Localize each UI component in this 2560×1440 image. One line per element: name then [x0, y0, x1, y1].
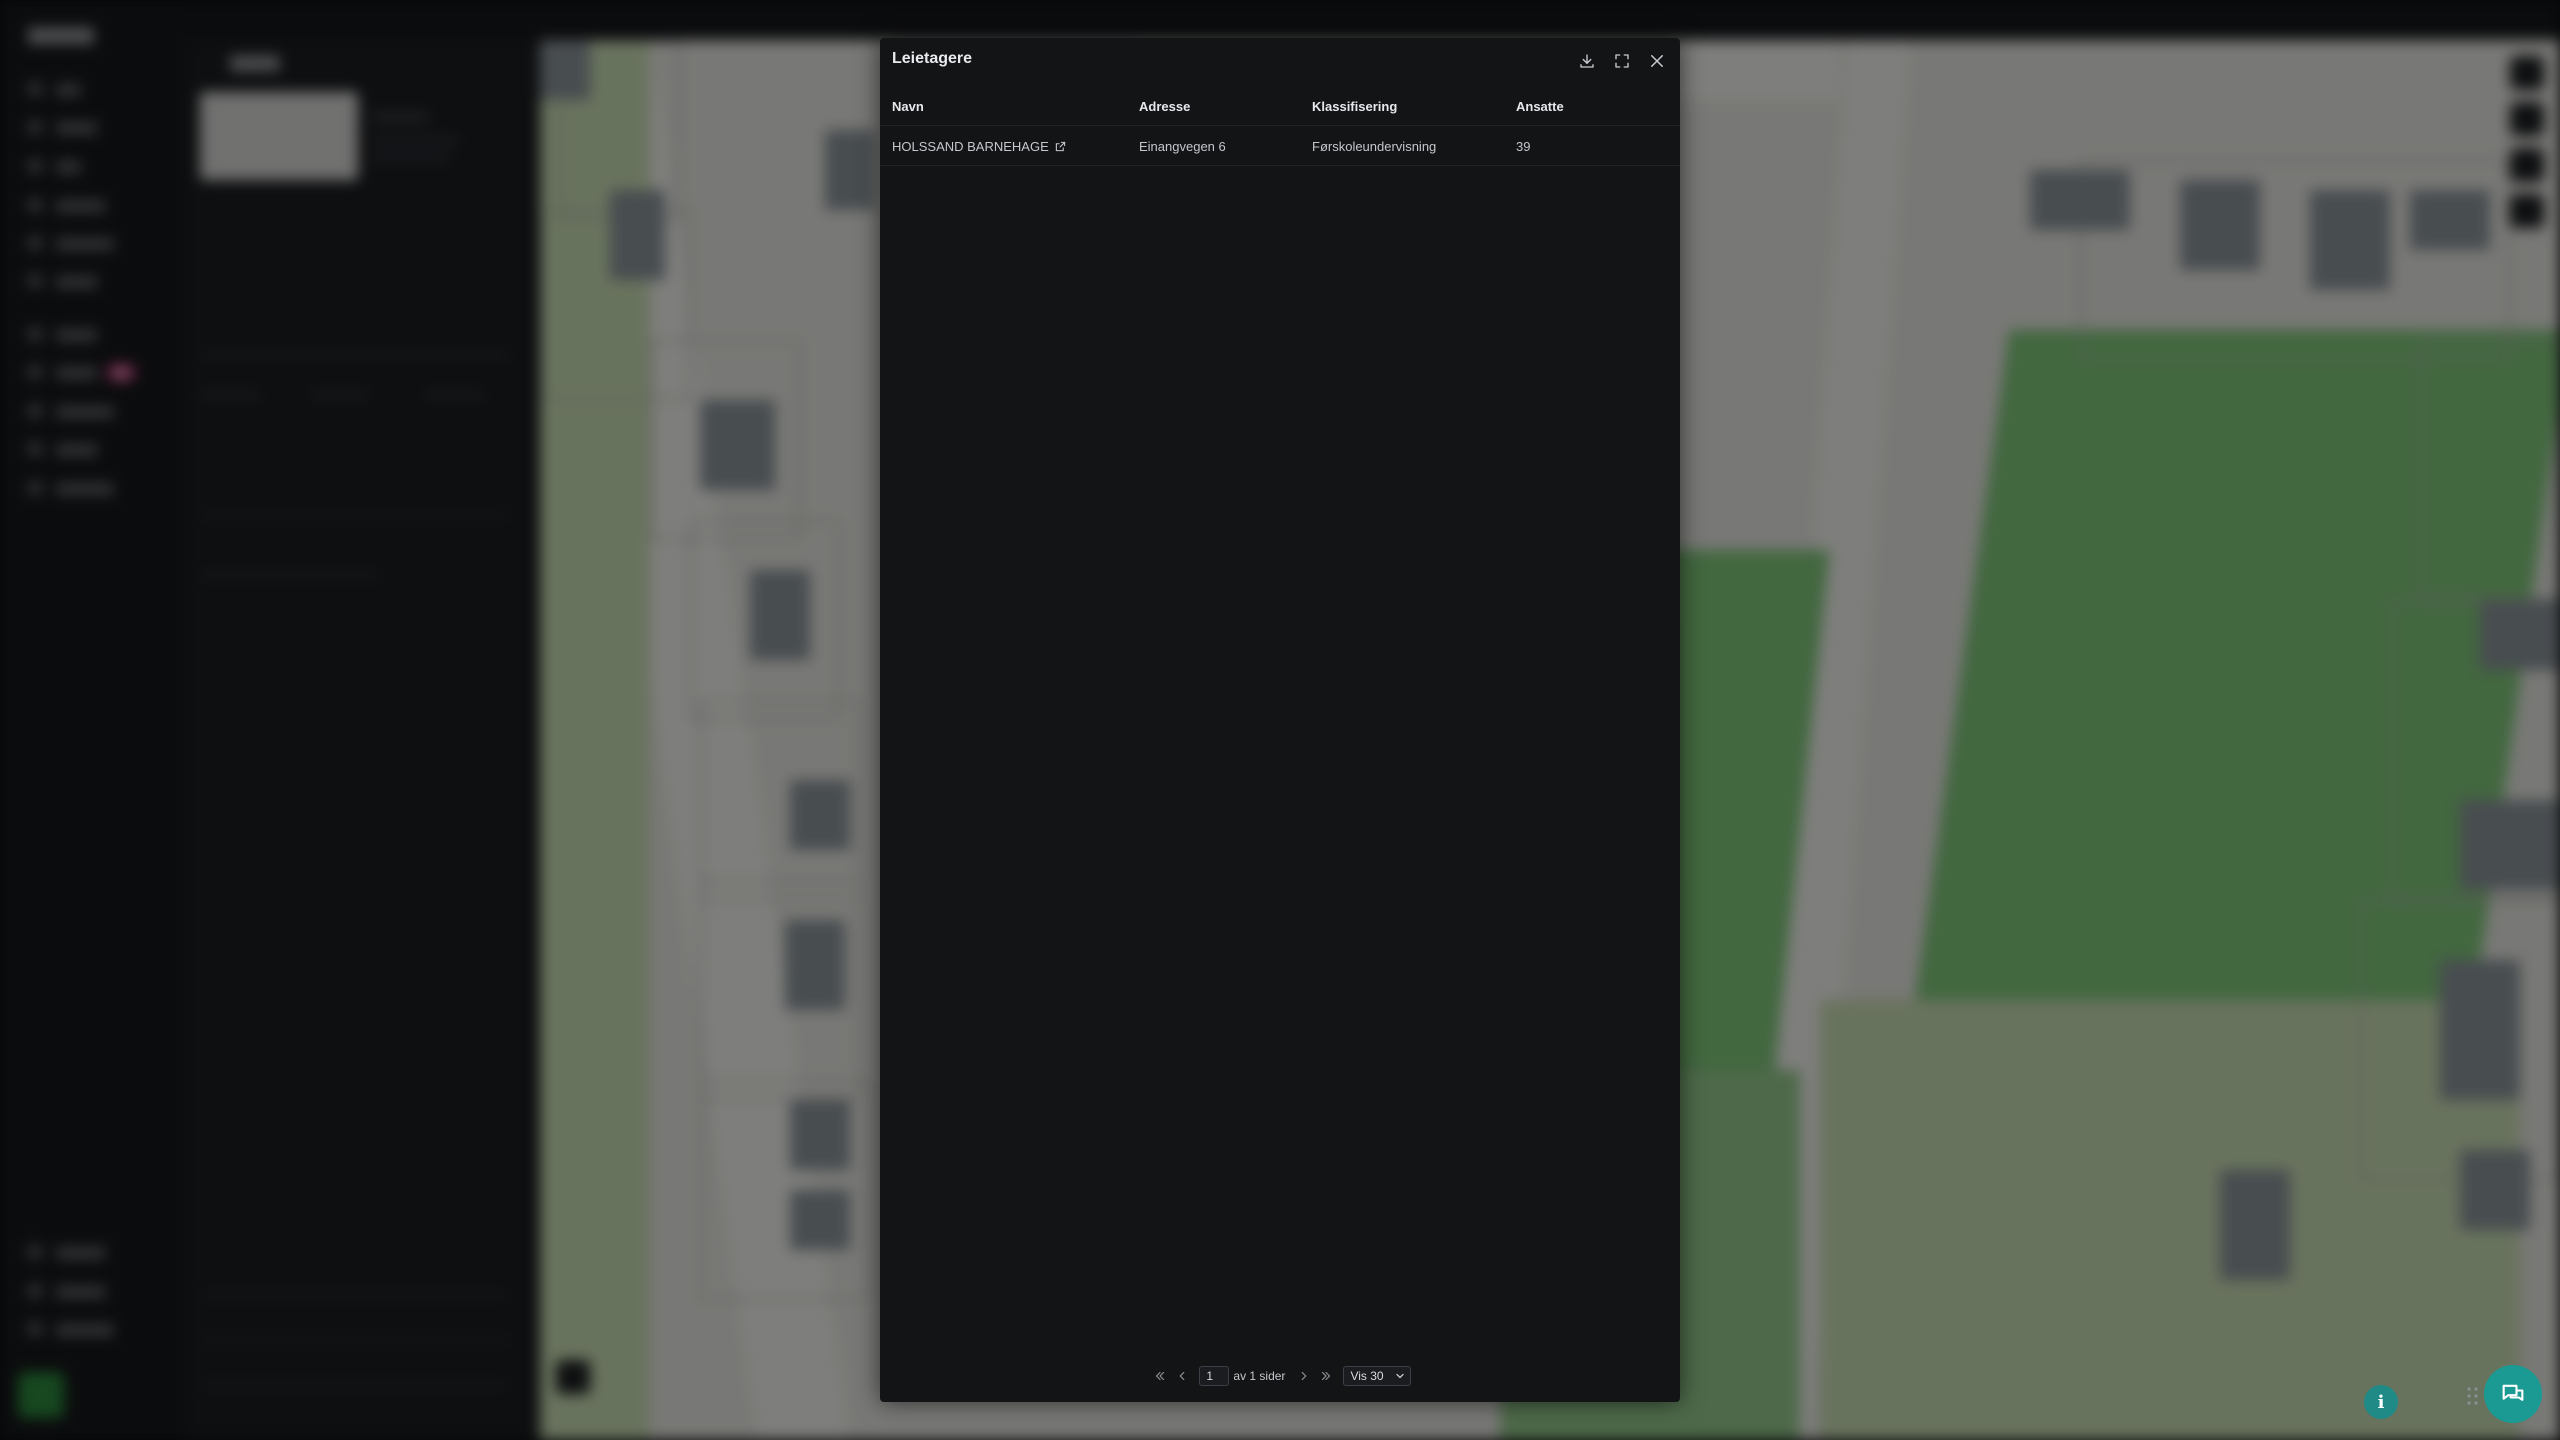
external-link-icon[interactable]	[1055, 141, 1066, 152]
chevrons-left-icon	[1156, 1371, 1165, 1381]
close-button[interactable]	[1644, 48, 1670, 74]
table-header-row: Navn Adresse Klassifisering Ansatte	[880, 86, 1680, 126]
chat-button[interactable]	[2484, 1365, 2542, 1423]
chat-icon	[2502, 1384, 2524, 1401]
cell-klassifisering: Førskoleundervisning	[1312, 138, 1437, 154]
expand-button[interactable]	[1609, 48, 1635, 74]
cell-adresse: Einangvegen 6	[1139, 138, 1226, 154]
modal-title: Leietagere	[892, 50, 973, 67]
table-row[interactable]: HOLSSAND BARNEHAGE Einangvegen 6 Førskol…	[880, 126, 1680, 166]
previous-page-button[interactable]	[1171, 1365, 1193, 1387]
column-header-adresse[interactable]: Adresse	[1139, 86, 1190, 126]
tenants-table: Navn Adresse Klassifisering Ansatte HOLS…	[880, 86, 1680, 166]
download-icon	[1580, 54, 1594, 68]
info-button[interactable]: i	[2364, 1385, 2398, 1419]
column-header-klassifisering[interactable]: Klassifisering	[1312, 86, 1397, 126]
info-icon: i	[2377, 1391, 2385, 1413]
cell-ansatte: 39	[1516, 138, 1531, 154]
page-size-label: Vis 30	[1350, 1369, 1384, 1383]
tenant-name-link[interactable]: HOLSSAND BARNEHAGE	[892, 139, 1049, 154]
first-page-button[interactable]	[1149, 1365, 1171, 1387]
chevron-right-icon	[1302, 1371, 1307, 1381]
next-page-button[interactable]	[1293, 1365, 1315, 1387]
pagination: av 1 sider Vis 30	[880, 1364, 1680, 1388]
cell-navn[interactable]: HOLSSAND BARNEHAGE	[892, 126, 1066, 166]
chevron-left-icon	[1180, 1371, 1185, 1381]
page-number-input[interactable]	[1199, 1366, 1230, 1386]
tenants-modal: Leietagere Navn Adresse Klassifisering A…	[880, 38, 1680, 1402]
close-icon	[1651, 55, 1663, 67]
chevrons-right-icon	[1322, 1371, 1331, 1381]
chevron-down-icon	[1395, 1373, 1404, 1379]
column-header-ansatte[interactable]: Ansatte	[1516, 86, 1564, 126]
expand-icon	[1615, 54, 1629, 68]
drag-handle-icon[interactable]	[2466, 1386, 2480, 1406]
download-button[interactable]	[1574, 48, 1600, 74]
page-size-select[interactable]: Vis 30	[1343, 1366, 1411, 1386]
last-page-button[interactable]	[1315, 1365, 1337, 1387]
column-header-navn[interactable]: Navn	[892, 86, 924, 126]
page-count-label: av 1 sider	[1233, 1369, 1286, 1383]
